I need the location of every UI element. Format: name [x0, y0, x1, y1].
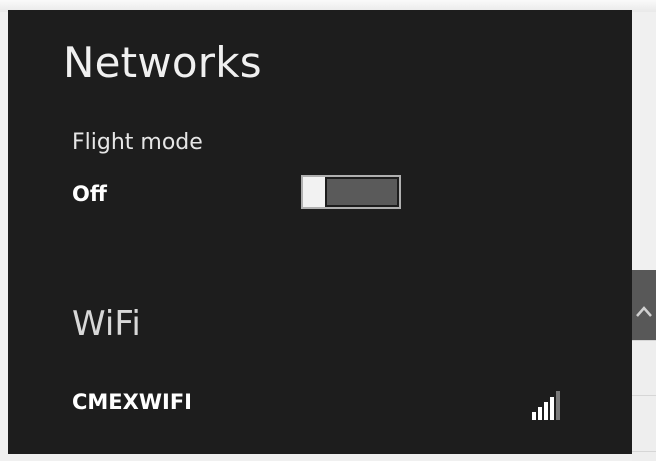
- toggle-track: [327, 179, 397, 205]
- flight-mode-label: Flight mode: [72, 130, 203, 155]
- flight-mode-state: Off: [72, 182, 107, 206]
- network-name: CMEXWIFI: [72, 390, 192, 414]
- flight-mode-toggle[interactable]: [301, 175, 401, 209]
- chevron-up-icon[interactable]: [632, 270, 656, 340]
- scrollbar-track: [632, 340, 656, 461]
- page-title: Networks: [63, 38, 262, 87]
- network-item-cmexwifi[interactable]: CMEXWIFI: [64, 382, 584, 428]
- toggle-thumb: [303, 177, 325, 207]
- wifi-signal-icon: [530, 390, 570, 422]
- scrollbar[interactable]: [632, 270, 656, 461]
- networks-panel: Networks Flight mode Off WiFi CMEXWIFI: [8, 10, 632, 454]
- wifi-heading: WiFi: [72, 304, 141, 344]
